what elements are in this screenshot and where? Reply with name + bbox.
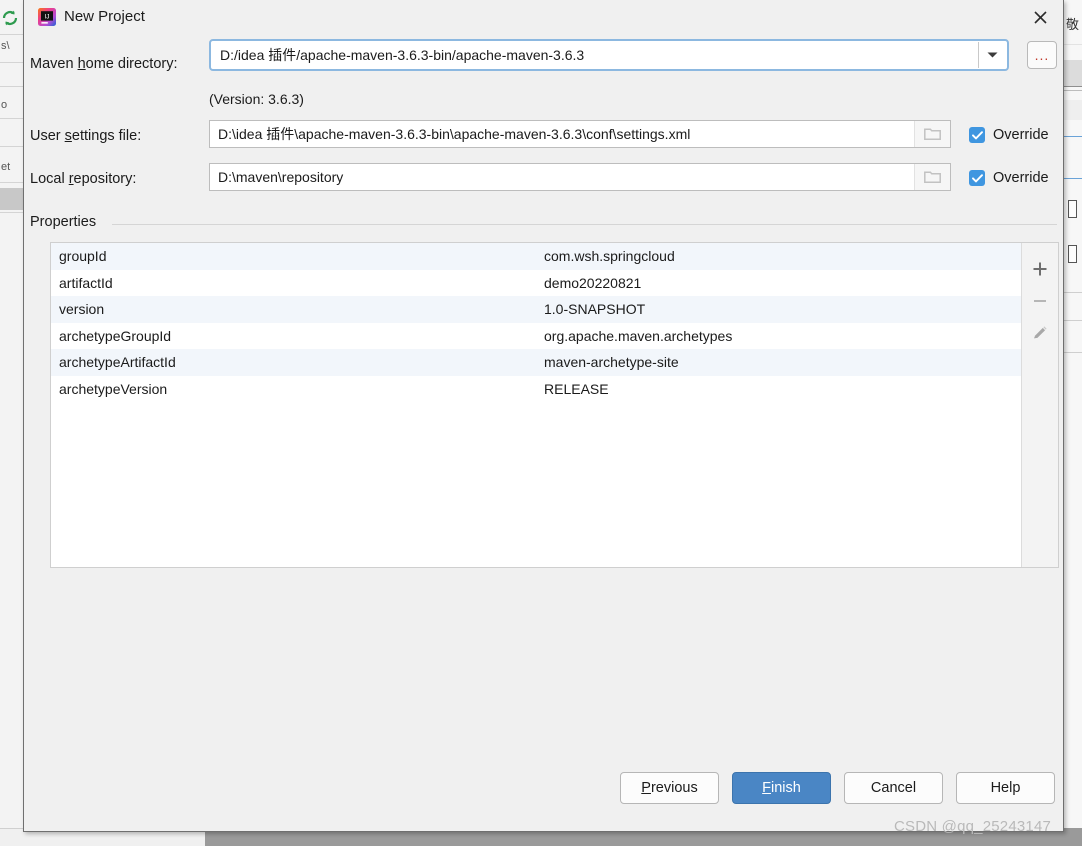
plus-icon [1033, 262, 1047, 276]
user-settings-folder-button[interactable] [914, 121, 950, 147]
previous-button-mnemonic: P [641, 780, 651, 796]
sync-icon [2, 10, 18, 26]
table-row[interactable]: archetypeVersion RELEASE [51, 376, 1021, 403]
property-value: maven-archetype-site [544, 354, 679, 371]
minus-icon [1034, 300, 1046, 302]
property-value: org.apache.maven.archetypes [544, 327, 733, 344]
check-icon [971, 130, 983, 139]
property-key: archetypeVersion [59, 380, 168, 397]
dialog-title: New Project [64, 8, 145, 25]
bg-right-box-1 [1068, 200, 1077, 218]
user-settings-override-label: Override [993, 127, 1049, 143]
dialog-titlebar: IJ New Project [24, 0, 1063, 34]
finish-button-text-2: inish [771, 780, 801, 796]
maven-version-note: (Version: 3.6.3) [209, 91, 304, 107]
local-repository-override-label: Override [993, 170, 1049, 186]
property-value: com.wsh.springcloud [544, 248, 675, 265]
maven-home-label-text-1: Maven [30, 56, 78, 72]
maven-home-label: Maven home directory: [30, 56, 178, 72]
cancel-button-label: Cancel [870, 780, 917, 796]
bg-left-selected-row [0, 188, 23, 210]
finish-button[interactable]: Finish [732, 772, 831, 804]
properties-toolbar [1022, 243, 1058, 567]
cancel-button[interactable]: Cancel [844, 772, 943, 804]
user-settings-override-checkbox[interactable]: Override [969, 127, 1049, 143]
local-repository-override-checkbox[interactable]: Override [969, 170, 1049, 186]
table-row[interactable]: groupId com.wsh.springcloud [51, 243, 1021, 270]
local-repository-label-text-1: Local [30, 171, 69, 187]
bg-left-label-1: s\ [1, 40, 10, 52]
property-value: 1.0-SNAPSHOT [544, 301, 646, 318]
checkbox-checked-icon [969, 170, 985, 186]
properties-section-title: Properties [30, 214, 105, 230]
folder-icon [924, 128, 941, 140]
intellij-idea-icon: IJ [38, 8, 56, 26]
maven-home-dropdown-button[interactable] [978, 42, 1006, 68]
edit-property-button[interactable] [1025, 317, 1055, 349]
ide-right-background: 敬 [1064, 0, 1082, 846]
table-row[interactable]: version 1.0-SNAPSHOT [51, 296, 1021, 323]
local-repository-input[interactable]: D:\maven\repository [209, 163, 951, 191]
property-key: archetypeArtifactId [59, 354, 176, 371]
table-row[interactable]: archetypeArtifactId maven-archetype-site [51, 349, 1021, 376]
local-repository-label: Local repository: [30, 171, 136, 187]
close-button[interactable] [1017, 0, 1063, 34]
bg-right-box-2 [1068, 245, 1077, 263]
previous-button-text-2: revious [650, 780, 698, 796]
property-value: demo20220821 [544, 274, 642, 291]
property-key: archetypeGroupId [59, 327, 172, 344]
maven-home-combobox[interactable]: D:/idea 插件/apache-maven-3.6.3-bin/apache… [209, 39, 1009, 71]
svg-text:IJ: IJ [45, 14, 50, 21]
maven-home-browse-button[interactable]: ... [1027, 41, 1057, 69]
user-settings-label-text-1: User [30, 128, 65, 144]
bg-left-label-3: et [1, 161, 11, 173]
maven-home-label-mnemonic: h [77, 56, 86, 72]
local-repository-folder-button[interactable] [914, 164, 950, 190]
property-key: groupId [59, 248, 107, 265]
check-icon [971, 173, 983, 182]
bg-left-label-2: o [1, 99, 8, 111]
close-icon [1033, 10, 1047, 24]
folder-icon [924, 171, 941, 183]
property-key: artifactId [59, 274, 113, 291]
table-row[interactable]: artifactId demo20220821 [51, 270, 1021, 297]
bg-right-cjk-text: 敬 [1066, 18, 1080, 33]
add-property-button[interactable] [1025, 253, 1055, 285]
properties-table[interactable]: groupId com.wsh.springcloud artifactId d… [51, 243, 1022, 567]
local-repository-label-text-2: epository: [73, 171, 137, 187]
previous-button[interactable]: Previous [620, 772, 719, 804]
properties-panel: groupId com.wsh.springcloud artifactId d… [50, 242, 1059, 568]
new-project-dialog: IJ New Project Maven home directory: D:/… [23, 0, 1064, 832]
property-value: RELEASE [544, 380, 609, 397]
checkbox-checked-icon [969, 127, 985, 143]
pencil-icon [1034, 326, 1047, 339]
user-settings-label-text-2: ettings file: [71, 128, 142, 144]
user-settings-input[interactable]: D:\idea 插件\apache-maven-3.6.3-bin\apache… [209, 120, 951, 148]
help-button-label: Help [990, 780, 1021, 796]
properties-section-divider [112, 224, 1057, 225]
maven-home-label-text-2: ome directory: [85, 56, 178, 72]
property-key: version [59, 301, 105, 318]
maven-home-input[interactable]: D:/idea 插件/apache-maven-3.6.3-bin/apache… [212, 42, 978, 68]
chevron-down-icon [987, 52, 998, 58]
table-row[interactable]: archetypeGroupId org.apache.maven.archet… [51, 323, 1021, 350]
finish-button-mnemonic: F [762, 780, 772, 796]
user-settings-label: User settings file: [30, 128, 141, 144]
ide-left-toolwindow-strip: s\ o et [0, 0, 23, 846]
user-settings-label-mnemonic: s [64, 128, 72, 144]
remove-property-button[interactable] [1025, 285, 1055, 317]
help-button[interactable]: Help [956, 772, 1055, 804]
maven-home-browse-label: ... [1034, 47, 1050, 63]
